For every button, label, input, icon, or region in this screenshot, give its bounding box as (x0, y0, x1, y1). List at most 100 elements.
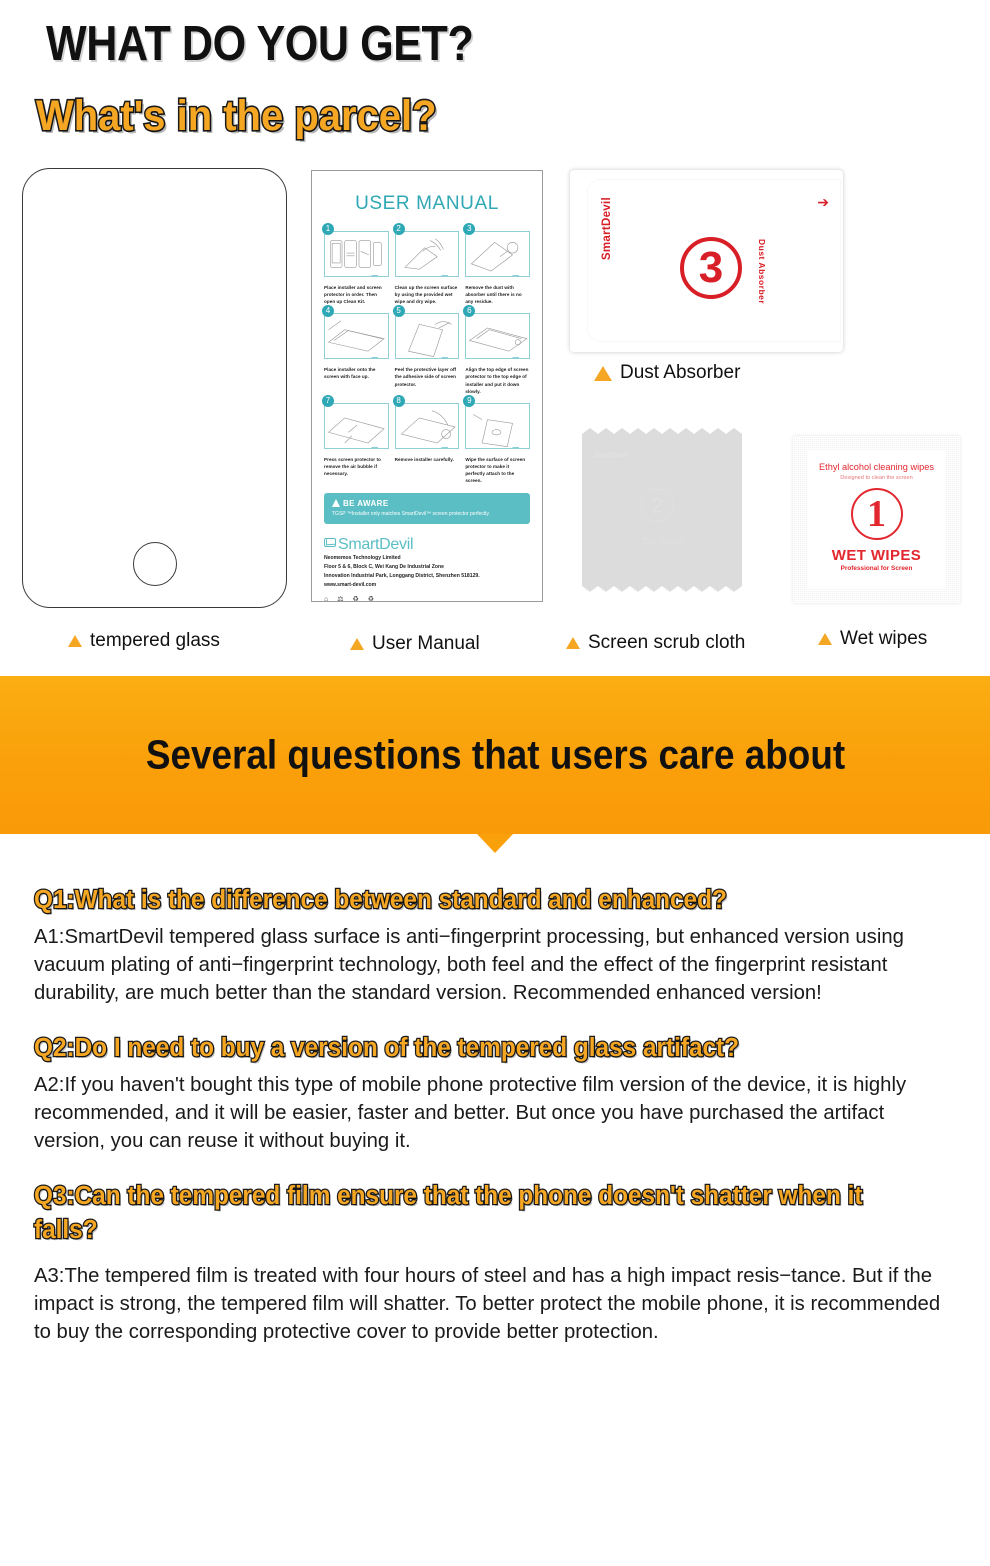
brand-address-line: Floor 5 & 6, Block C, Wei Kang De Indust… (324, 564, 444, 571)
included-items-grid: USER MANUAL 1 Place installer and screen… (0, 158, 990, 663)
brand-website: www.smart-devil.com (324, 581, 377, 588)
step-tail (441, 275, 449, 276)
step-tail (370, 357, 378, 359)
step-tail (441, 357, 449, 359)
wet-wipes-subline: Designed to clean the screen (840, 475, 913, 481)
manual-brand-block: SmartDevil Neomemos Technology Limited F… (324, 536, 530, 603)
dust-absorber-brand: SmartDevil (601, 197, 613, 261)
step-tail (511, 275, 519, 276)
manual-steps: 1 Place installer and screen protector i… (322, 223, 530, 484)
user-manual-image: USER MANUAL 1 Place installer and screen… (311, 170, 543, 603)
step-tail (511, 446, 519, 448)
step-illustration-icon (324, 231, 389, 277)
step-number: 8 (392, 394, 405, 407)
product-detail-page: WHAT DO YOU GET? What's in the parcel? U… (0, 0, 990, 1566)
bullet-triangle-icon (818, 633, 832, 645)
step-illustration-icon (324, 402, 389, 449)
step-caption: Clean up the screen surface by using the… (394, 285, 458, 305)
step-number: 7 (322, 394, 334, 407)
caption-screen-scrub-cloth: Screen scrub cloth (566, 632, 745, 654)
step-illustration-icon (465, 313, 530, 360)
manual-step: 9 Wipe the surface of screen protector t… (463, 394, 530, 484)
dust-absorber-label: Dust Absorber (757, 239, 767, 305)
banner-pointer-icon (477, 834, 513, 853)
brand-address-line: Neomemos Technology Limited (324, 555, 401, 562)
cloth-label: Dry Wipes (643, 536, 685, 546)
dust-absorber-image: SmartDevil 3 Dust Absorber ➔ (570, 170, 843, 352)
faq-answer: A1:SmartDevil tempered glass surface is … (34, 924, 904, 1004)
caption-dust-absorber: Dust Absorber (594, 362, 740, 384)
step-tail (370, 446, 378, 448)
step-number: 5 (392, 305, 405, 318)
bullet-triangle-icon (350, 638, 364, 650)
step-caption: Place installer onto the screen with fac… (324, 367, 376, 380)
faq-answer: A2:If you haven't bought this type of mo… (34, 1072, 907, 1152)
be-aware-body: TGSP ™Installer only matches SmartDevil™… (332, 511, 490, 518)
faq-item: Q1:What is the difference between standa… (33, 884, 956, 1007)
step-caption: Place installer and screen protector in … (324, 285, 382, 305)
step-caption: Peel the protective layer off the adhesi… (394, 367, 457, 387)
faq-question: Q2:Do I need to buy a version of the tem… (33, 1033, 741, 1064)
step-illustration-icon (394, 231, 460, 277)
certification-icons: ⌂⚖♻♻ (324, 595, 384, 603)
step-number: 1 (322, 223, 334, 235)
bullet-triangle-icon (594, 365, 612, 381)
faq-section-banner: Several questions that users care about (0, 676, 990, 834)
step-number: 2 (392, 223, 405, 235)
manual-step: 5 Peel the protective layer off the adhe… (392, 305, 460, 394)
faq-item: Q2:Do I need to buy a version of the tem… (33, 1032, 956, 1155)
cloth-number-circle: 2 (641, 489, 674, 522)
manual-step: 8 Remove installer carefully. (392, 394, 460, 484)
caption-user-manual: User Manual (350, 633, 480, 655)
cloth-brand: SmartDevil (594, 452, 628, 459)
bullet-triangle-icon (566, 637, 580, 649)
brand-address-line: Innovation Industrial Park, Longgang Dis… (324, 573, 480, 580)
step-illustration-icon (394, 402, 460, 449)
faq-item: Q3:Can the tempered film ensure that the… (33, 1180, 956, 1346)
screen-scrub-cloth-image: SmartDevil 2 Dry Wipes (578, 424, 750, 600)
caption-label: Wet wipes (840, 628, 928, 649)
step-tail (370, 275, 378, 276)
wet-wipes-title: WET WIPES (831, 547, 922, 564)
be-aware-title: BE AWARE (343, 499, 389, 509)
cloth-number: 2 (651, 494, 664, 517)
step-caption: Wipe the surface of screen protector to … (465, 456, 526, 484)
step-caption: Press screen protector to remove the air… (324, 456, 381, 476)
warning-triangle-icon (332, 499, 340, 508)
home-button-cutout-icon (132, 542, 177, 586)
wet-wipes-sachet: Ethyl alcohol cleaning wipes Designed to… (807, 450, 946, 589)
manual-title: USER MANUAL (355, 193, 499, 214)
page-subtitle: What's in the parcel? (35, 90, 439, 141)
faq-answer: A3:The tempered film is treated with fou… (34, 1263, 941, 1343)
wet-wipes-image: Ethyl alcohol cleaning wipes Designed to… (793, 436, 960, 603)
faq-question: Q3:Can the tempered film ensure that the… (33, 1181, 864, 1245)
tempered-glass-image (22, 168, 287, 608)
be-aware-notice: BE AWARE TGSP ™Installer only matches Sm… (324, 493, 530, 525)
smartdevil-logo-icon (324, 538, 336, 548)
manual-step: 4 Place installer onto the screen with f… (322, 305, 389, 394)
step-illustration-icon (394, 313, 460, 360)
step-illustration-icon (465, 402, 530, 449)
step-caption: Align the top edge of screen protector t… (465, 367, 529, 394)
faq-banner-title: Several questions that users care about (145, 731, 845, 778)
step-illustration-icon (324, 313, 389, 360)
step-caption: Remove installer carefully. (394, 456, 454, 462)
step-tail (441, 446, 449, 448)
step-caption: Remove the dust with absorber until ther… (465, 285, 522, 305)
wet-wipes-number: 1 (867, 493, 886, 535)
peel-arrow-icon: ➔ (817, 194, 829, 210)
caption-label: Dust Absorber (620, 362, 741, 383)
step-illustration-icon (465, 231, 530, 277)
wet-wipes-tagline: Professional for Screen (840, 565, 913, 572)
caption-tempered-glass: tempered glass (68, 630, 220, 652)
be-aware-title-row: BE AWARE (332, 498, 522, 508)
manual-step: 2 Clean up the screen surface by using t… (392, 223, 460, 305)
bullet-triangle-icon (68, 635, 82, 647)
faq-list: Q1:What is the difference between standa… (0, 884, 990, 1346)
brand-name: SmartDevil (338, 536, 414, 554)
caption-label: tempered glass (90, 630, 220, 651)
manual-step: 3 Remove the dust with absorber until th… (463, 223, 530, 305)
caption-label: Screen scrub cloth (588, 632, 746, 653)
brand-name-row: SmartDevil (324, 536, 530, 554)
dust-absorber-number-circle: 3 (680, 237, 742, 299)
